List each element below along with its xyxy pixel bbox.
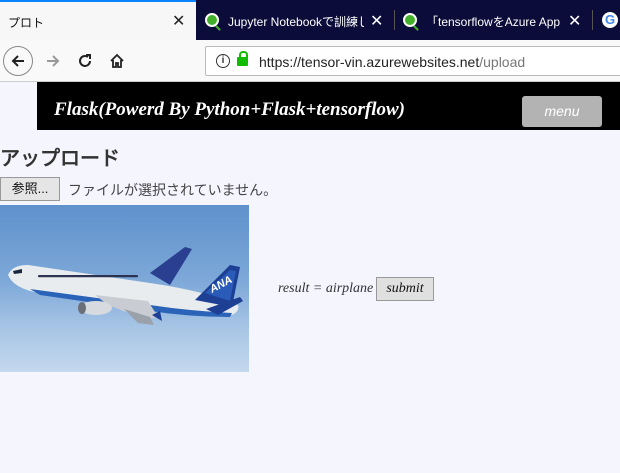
url-text: https://tensor-vin.azurewebsites.net/upl… xyxy=(259,54,525,70)
file-status-text: ファイルが選択されていません。 xyxy=(68,182,278,198)
tab-separator xyxy=(394,10,395,30)
tab-title: 「tensorflowをAzure App S xyxy=(426,15,562,29)
menu-button[interactable]: menu xyxy=(522,96,602,127)
google-icon: G xyxy=(602,12,618,28)
forward-button[interactable] xyxy=(38,46,68,76)
tab-title: Jupyter Notebookで訓練し xyxy=(228,15,364,29)
tab-google[interactable]: G xyxy=(592,0,620,40)
result-text: result = airplane xyxy=(278,281,374,296)
page-heading: アップロード xyxy=(0,148,120,170)
close-icon[interactable]: ✕ xyxy=(370,11,383,31)
navigation-bar: i https://tensor-vin.azurewebsites.net/u… xyxy=(0,40,620,82)
back-button[interactable] xyxy=(3,46,33,76)
search-favicon-icon xyxy=(205,13,219,27)
tab-strip: プロト ✕ Jupyter Notebookで訓練し ✕ 「tensorflow… xyxy=(0,0,620,40)
url-host: https://tensor-vin.azurewebsites.net xyxy=(259,54,480,70)
tab-jupyter[interactable]: Jupyter Notebookで訓練し ✕ xyxy=(196,0,394,40)
url-path: /upload xyxy=(479,54,526,70)
reload-button[interactable] xyxy=(70,46,100,76)
tab-active[interactable]: プロト ✕ xyxy=(0,0,196,40)
lock-icon[interactable] xyxy=(237,51,248,66)
file-browse-button[interactable]: 参照... xyxy=(0,177,60,201)
arrow-right-icon xyxy=(47,55,60,67)
submit-button[interactable]: submit xyxy=(376,277,434,301)
arrow-left-icon xyxy=(11,55,24,67)
tab-separator xyxy=(592,10,593,30)
tab-title: プロト xyxy=(8,16,45,30)
home-icon xyxy=(110,53,124,68)
search-favicon-icon xyxy=(403,13,417,27)
site-title: Flask(Powerd By Python+Flask+tensorflow) xyxy=(54,99,406,120)
home-button[interactable] xyxy=(102,46,132,76)
close-icon[interactable]: ✕ xyxy=(568,11,581,31)
airplane-illustration: ANA xyxy=(8,247,243,325)
close-icon[interactable]: ✕ xyxy=(172,14,185,30)
address-bar[interactable]: i https://tensor-vin.azurewebsites.net/u… xyxy=(205,46,620,76)
uploaded-image: ANA xyxy=(0,205,249,372)
tab-tensorflow[interactable]: 「tensorflowをAzure App S ✕ xyxy=(394,0,592,40)
site-header: Flask(Powerd By Python+Flask+tensorflow)… xyxy=(37,82,620,130)
info-icon[interactable]: i xyxy=(216,54,230,68)
reload-icon xyxy=(79,54,91,67)
